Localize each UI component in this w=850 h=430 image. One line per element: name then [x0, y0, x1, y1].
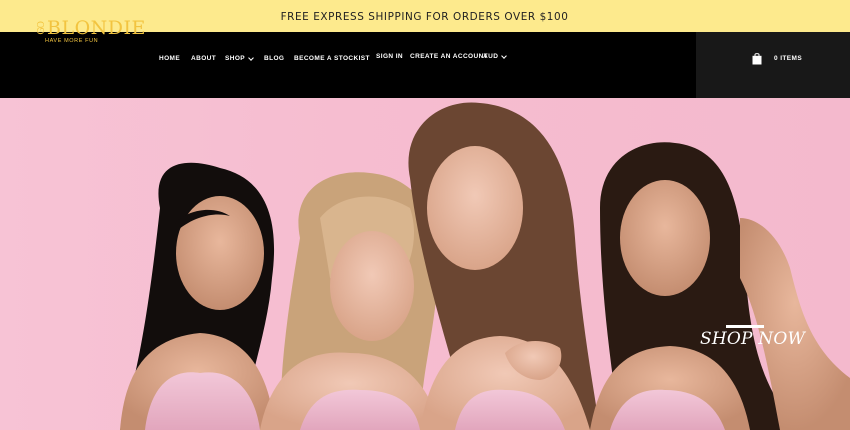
hero-image	[120, 102, 850, 430]
nav-home[interactable]: HOME	[159, 55, 180, 62]
sign-in-link[interactable]: SIGN IN	[376, 53, 403, 60]
nav-about[interactable]: ABOUT	[191, 55, 216, 62]
logo-mark: GO	[37, 22, 47, 35]
announcement-text: FREE EXPRESS SHIPPING FOR ORDERS OVER $1…	[281, 9, 569, 23]
chevron-down-icon	[501, 52, 508, 59]
currency-label: AUD	[483, 53, 499, 60]
create-account-link[interactable]: CREATE AN ACCOUNT	[410, 53, 488, 60]
nav-blog[interactable]: BLOG	[264, 55, 284, 62]
nav-shop-label: SHOP	[225, 55, 246, 62]
shopping-bag-icon[interactable]	[752, 52, 762, 65]
nav-become-a-stockist[interactable]: BECOME A STOCKIST	[294, 55, 370, 62]
logo-tagline: HAVE MORE FUN	[45, 38, 99, 44]
shop-now-underline	[726, 325, 764, 328]
cart-area[interactable]	[696, 32, 850, 98]
hero-banner[interactable]	[0, 98, 850, 430]
nav-shop[interactable]: SHOP	[225, 54, 254, 62]
shop-now-button[interactable]: SHOP NOW	[700, 329, 805, 349]
chevron-down-icon	[248, 54, 254, 61]
currency-selector[interactable]: AUD	[483, 52, 508, 60]
brand-logo[interactable]: GO BLONDIE HAVE MORE FUN	[37, 18, 145, 48]
logo-wordmark: BLONDIE	[47, 17, 146, 39]
cart-count[interactable]: 0 ITEMS	[774, 55, 802, 62]
